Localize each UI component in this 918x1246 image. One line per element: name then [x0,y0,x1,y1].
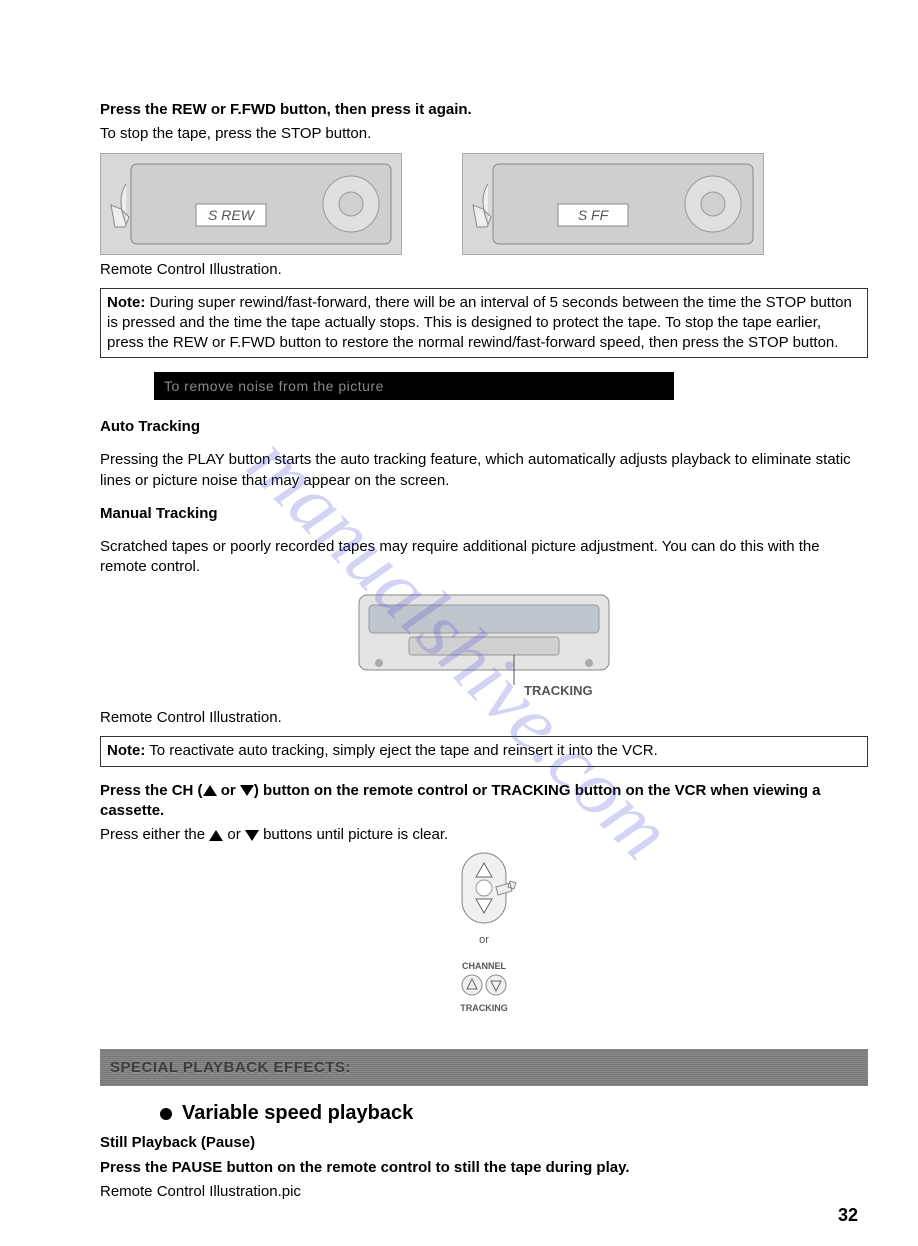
note-label: Note: [107,294,145,311]
section-gray-bar: SPECIAL PLAYBACK EFFECTS: [100,1049,868,1086]
hand-icon [473,184,491,227]
tracking-label: TRACKING [524,683,593,698]
hand-icon [111,184,129,227]
auto-tracking-title: Auto Tracking [100,418,868,435]
auto-tracking-text: Pressing the PLAY button starts the auto… [100,450,868,491]
text-fragment: buttons until picture is clear. [259,826,448,843]
arrow-up-icon [203,785,217,796]
press-either-instruction: Press either the or buttons until pictur… [100,825,868,845]
manual-tracking-text: Scratched tapes or poorly recorded tapes… [100,537,868,578]
bullet-icon [160,1108,172,1120]
note-box-1: Note: During super rewind/fast-forward, … [100,288,868,359]
vcr-sff-illustration: S FF [462,153,764,255]
display-label: S REW [208,207,256,223]
tracking-label: TRACKING [460,1003,508,1013]
manual-tracking-title: Manual Tracking [100,505,868,522]
arrow-up-icon [209,830,223,841]
still-playback-instruction: Press the PAUSE button on the remote con… [100,1158,868,1178]
note-box-2: Note: To reactivate auto tracking, simpl… [100,736,868,766]
instruction-text: To stop the tape, press the STOP button. [100,124,868,144]
vcr-illustration-row: S REW S FF [100,153,868,255]
channel-label: CHANNEL [462,961,507,971]
or-label: or [479,934,489,946]
vcr-tracking-illustration: TRACKING [349,585,619,705]
title-text: Variable speed playback [182,1102,413,1125]
note-label: Note: [107,742,145,759]
text-fragment: or [223,826,245,843]
ch-instruction: Press the CH ( or ) button on the remote… [100,781,868,822]
still-playback-caption: Remote Control Illustration.pic [100,1182,868,1202]
still-playback-title: Still Playback (Pause) [100,1133,868,1153]
arrow-down-icon [240,785,254,796]
note-text: To reactivate auto tracking, simply ejec… [145,742,657,759]
arrow-down-icon [245,830,259,841]
note-text: During super rewind/fast-forward, there … [107,294,852,352]
remote-tracking-illustration: or CHANNEL TRACKING [444,851,524,1031]
instruction-bold: Press the REW or F.FWD button, then pres… [100,100,868,120]
page-number: 32 [838,1205,858,1226]
text-fragment: Press either the [100,826,209,843]
illustration-caption: Remote Control Illustration. [100,261,868,278]
illustration-caption-2: Remote Control Illustration. [100,709,868,726]
manual-page: manualshive.com Press the REW or F.FWD b… [0,0,918,1246]
variable-speed-title: Variable speed playback [160,1102,868,1125]
text-fragment: Press the CH ( [100,782,203,799]
display-label: S FF [578,207,610,223]
section-black-bar: To remove noise from the picture [154,372,674,400]
text-fragment: or [217,782,240,799]
vcr-srew-illustration: S REW [100,153,402,255]
